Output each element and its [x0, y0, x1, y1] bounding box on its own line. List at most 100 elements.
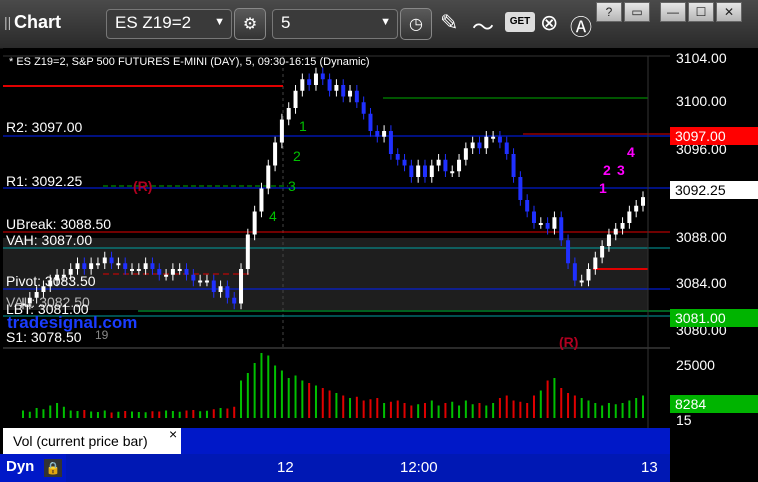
candle-body	[443, 159, 448, 172]
candle-body	[566, 240, 571, 264]
volume-bar	[171, 411, 174, 418]
chevron-down-icon: ▼	[214, 16, 225, 28]
candle-body	[239, 269, 244, 304]
get-data-button[interactable]: GET	[505, 12, 535, 32]
volume-bar	[83, 410, 86, 418]
restore-button[interactable]: ▭	[624, 2, 650, 22]
volume-bar	[635, 398, 638, 418]
interval-select[interactable]: 5 ▼	[272, 9, 398, 39]
candle-body	[382, 131, 387, 137]
price-tick: 3104.00	[676, 50, 727, 66]
volume-bar	[178, 411, 181, 418]
time-axis[interactable]: Dyn 🔒 12 12:00 13	[0, 454, 670, 482]
volume-bar	[90, 411, 93, 418]
volume-bar	[471, 404, 474, 418]
candle-body	[436, 159, 441, 166]
candle-body	[313, 73, 318, 85]
time-tick: 12	[277, 459, 294, 476]
volume-bar	[389, 401, 392, 418]
candle-body	[164, 274, 169, 277]
candle-body	[89, 263, 94, 269]
price-axis[interactable]: 3104.00 3100.00 3096.00 3088.00 3084.00 …	[670, 48, 758, 454]
volume-bar	[226, 408, 229, 418]
price-tick: 3100.00	[676, 93, 727, 109]
volume-bar	[22, 410, 24, 418]
price-chart-panel[interactable]: * ES Z19=2, S&P 500 FUTURES E-MINI (DAY)…	[3, 48, 670, 428]
close-circle-icon[interactable]: ⊗	[540, 10, 568, 38]
candle-body	[266, 165, 271, 189]
close-icon[interactable]: ×	[169, 421, 177, 447]
dyn-button[interactable]: Dyn 🔒	[0, 454, 66, 482]
volume-bar	[423, 403, 426, 418]
volume-bar	[253, 363, 256, 418]
volume-tick: 25000	[676, 357, 715, 373]
volume-bar	[383, 403, 386, 418]
magenta-count: 2	[603, 162, 611, 178]
candle-body	[130, 269, 135, 271]
candle-body	[409, 165, 414, 177]
candle-body	[606, 234, 611, 246]
volume-legend[interactable]: Vol (current price bar) ×	[3, 426, 181, 454]
candle-body	[518, 177, 523, 200]
pencil-draw-icon[interactable]: ✎	[440, 10, 468, 38]
candle-body	[307, 79, 312, 85]
volume-bar	[628, 400, 631, 418]
drag-handle-icon[interactable]: ||	[4, 14, 12, 32]
candle-body	[627, 211, 632, 223]
candle-body	[245, 234, 250, 269]
dyn-label: Dyn	[6, 458, 35, 475]
candle-body	[354, 90, 359, 103]
volume-bar	[601, 405, 604, 418]
maximize-glyph: ☐	[695, 5, 707, 19]
settings-gear-icon[interactable]: ⚙	[234, 8, 266, 40]
close-window-button[interactable]: ✕	[716, 2, 742, 22]
volume-bar	[62, 406, 65, 418]
price-tick: 3088.00	[676, 229, 727, 245]
candle-body	[143, 263, 148, 269]
volume-bar	[35, 408, 38, 418]
volume-bar	[314, 385, 317, 418]
lock-icon[interactable]: 🔒	[44, 459, 62, 477]
candle-body	[572, 263, 577, 281]
volume-bar	[519, 401, 522, 418]
volume-bar	[103, 410, 106, 418]
maximize-button[interactable]: ☐	[688, 2, 714, 22]
volume-bar	[362, 400, 365, 418]
symbol-select[interactable]: ES Z19=2 ▼	[106, 9, 232, 39]
candle-body	[225, 286, 230, 298]
count-label: 1	[299, 118, 307, 134]
volume-bar	[573, 395, 576, 418]
lbt-label: LBT: 3081.00	[6, 301, 89, 317]
candle-body	[252, 211, 257, 235]
indicator-icon[interactable]: 〜	[472, 10, 502, 40]
price-chart-svg	[3, 55, 670, 428]
volume-series	[22, 353, 644, 418]
candle-body	[531, 211, 536, 223]
chart-header: * ES Z19=2, S&P 500 FUTURES E-MINI (DAY)…	[9, 56, 370, 68]
candle-body	[491, 136, 496, 139]
alert-icon[interactable]: Ⓐ	[570, 10, 598, 40]
volume-bar	[192, 410, 195, 418]
volume-bar	[49, 405, 52, 418]
minimize-button[interactable]: —	[660, 2, 686, 22]
candle-body	[634, 205, 639, 212]
volume-bar	[233, 406, 236, 418]
candle-body	[368, 113, 373, 131]
candle-body	[484, 136, 489, 149]
volume-bar	[512, 400, 515, 418]
candle-body	[388, 131, 393, 154]
clock-icon[interactable]: ◷	[400, 8, 432, 40]
candle-body	[191, 274, 196, 281]
volume-bar	[342, 395, 345, 418]
candle-body	[273, 142, 278, 166]
close-glyph: ✕	[723, 5, 735, 19]
volume-bar	[621, 403, 624, 418]
volume-bar	[594, 403, 597, 418]
count-label: 2	[293, 148, 301, 164]
candle-body	[538, 223, 543, 225]
volume-bar	[587, 400, 590, 418]
help-button[interactable]: ?	[596, 2, 622, 22]
volume-bar	[287, 378, 290, 418]
candle-body	[170, 269, 175, 275]
volume-bar	[607, 403, 610, 418]
